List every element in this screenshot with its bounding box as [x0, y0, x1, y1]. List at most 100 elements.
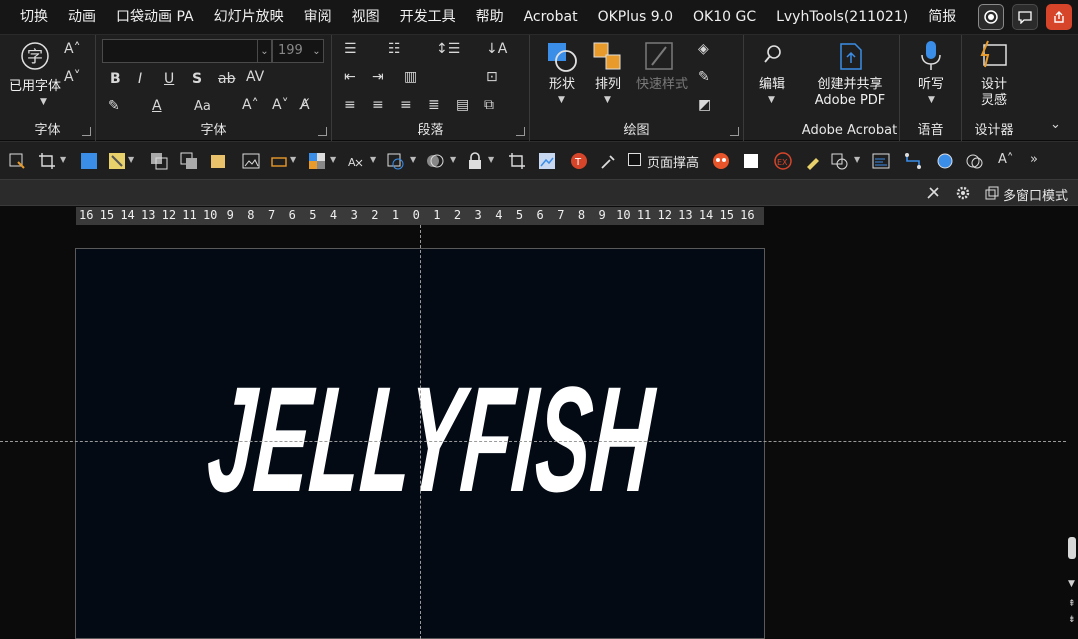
strikethrough-icon[interactable]: ab — [218, 71, 235, 87]
menu-item-transitions[interactable]: 切换 — [0, 0, 58, 34]
scrollbar-thumb[interactable] — [1068, 537, 1076, 559]
merge-shapes-icon[interactable] — [426, 152, 444, 170]
align-left-icon[interactable]: ≡ — [344, 97, 356, 113]
shape-icon[interactable] — [210, 152, 228, 170]
tools-icon[interactable] — [925, 185, 941, 201]
chart-icon[interactable] — [872, 152, 890, 170]
font-name-input[interactable] — [102, 39, 258, 63]
brush-icon[interactable] — [804, 152, 822, 170]
char-spacing-icon[interactable]: AV — [246, 69, 264, 85]
adobe-pdf-label[interactable]: Adobe PDF — [800, 93, 900, 109]
clear-format-icon[interactable]: A̸ — [300, 97, 310, 113]
share-button[interactable] — [1046, 4, 1072, 30]
editing-button[interactable]: 编辑 — [752, 77, 792, 93]
menu-item-acrobat[interactable]: Acrobat — [514, 0, 588, 34]
text-effects-icon[interactable]: A — [346, 152, 364, 170]
decrease-font-icon[interactable]: A˅ — [272, 97, 289, 113]
highlight-icon[interactable]: ✎ — [108, 98, 120, 114]
crop-tool-icon[interactable] — [508, 152, 526, 170]
create-share-label[interactable]: 创建并共享 — [800, 77, 900, 93]
menu-item-briefing[interactable]: 简报 — [918, 0, 966, 34]
theme-colors-icon[interactable] — [308, 152, 326, 170]
fill-color-icon[interactable] — [80, 152, 98, 170]
shadow-icon[interactable]: S — [192, 71, 202, 87]
horizontal-guide[interactable] — [0, 441, 1066, 442]
menu-item-lvyhtools[interactable]: LvyhTools(211021) — [766, 0, 918, 34]
menu-item-slideshow[interactable]: 幻灯片放映 — [204, 0, 294, 34]
horizontal-ruler[interactable]: 16 15 14 13 12 11 10 9 8 7 6 5 4 3 2 1 0 1 2 3 4 5 6 7 8 9 10 11 12 1… — [76, 207, 764, 225]
crop-icon[interactable] — [38, 152, 56, 170]
font-color-icon[interactable]: A — [152, 98, 162, 114]
picture-icon[interactable] — [538, 152, 556, 170]
white-fill-icon[interactable] — [742, 152, 760, 170]
quick-styles-button[interactable]: 快速样式 — [632, 77, 692, 93]
ex-icon[interactable]: EX — [774, 152, 792, 170]
design-ideas-label-1[interactable]: 设计 — [962, 77, 1026, 93]
menu-item-review[interactable]: 审阅 — [294, 0, 342, 34]
multi-window-icon[interactable] — [985, 186, 999, 200]
prev-slide-icon[interactable]: ⇞ — [1068, 599, 1076, 609]
send-backward-icon[interactable] — [180, 152, 198, 170]
columns-icon[interactable]: ▥ — [404, 69, 417, 85]
vertical-scrollbar[interactable]: ▼ ⇞ ⇟ — [1066, 207, 1078, 639]
alien-icon[interactable] — [712, 152, 730, 170]
picture-format-icon[interactable] — [108, 152, 126, 170]
circles-icon[interactable] — [966, 152, 984, 170]
dialog-launcher-icon[interactable] — [82, 127, 91, 136]
increase-indent-icon[interactable]: ⇥ — [372, 69, 384, 85]
shape-outline-icon[interactable] — [386, 152, 404, 170]
font-increase-icon[interactable]: A˄ — [998, 152, 1013, 168]
design-ideas-label-2[interactable]: 灵感 — [962, 93, 1026, 109]
comments-button[interactable] — [1012, 4, 1038, 30]
decrease-indent-icon[interactable]: ⇤ — [344, 69, 356, 85]
vertical-guide[interactable] — [420, 225, 421, 639]
gear-icon[interactable] — [955, 185, 971, 201]
lock-icon[interactable] — [466, 152, 484, 170]
dialog-launcher-icon[interactable] — [318, 127, 327, 136]
circle-fill-icon[interactable] — [936, 152, 954, 170]
slide-title-text[interactable]: JELLYFISH — [202, 349, 659, 529]
more-tools-icon[interactable]: » — [1030, 152, 1038, 168]
next-slide-icon[interactable]: ⇟ — [1068, 615, 1076, 625]
menu-item-animations[interactable]: 动画 — [58, 0, 106, 34]
shape-style-icon[interactable] — [830, 152, 848, 170]
align-center-icon[interactable]: ≡ — [372, 97, 384, 113]
shape-effects-icon[interactable]: ◩ — [698, 97, 711, 113]
justify-icon[interactable]: ≣ — [428, 97, 440, 113]
picture-insert-icon[interactable] — [8, 152, 26, 170]
shape-outline-icon[interactable]: ✎ — [698, 69, 710, 85]
increase-font-icon[interactable]: A˄ — [242, 97, 259, 113]
shrink-font-icon[interactable]: A˅ — [64, 69, 81, 85]
distributed-icon[interactable]: ▤ — [456, 97, 469, 113]
bullets-icon[interactable]: ☰ — [344, 41, 357, 57]
underline-icon[interactable]: U — [164, 71, 174, 87]
image-icon[interactable] — [242, 152, 260, 170]
menu-item-okplus[interactable]: OKPlus 9.0 — [588, 0, 683, 34]
menu-item-view[interactable]: 视图 — [342, 0, 390, 34]
menu-item-pocket-animation[interactable]: 口袋动画 PA — [106, 0, 204, 34]
remove-background-icon[interactable]: T — [570, 152, 588, 170]
collapse-ribbon-icon[interactable]: ⌄ — [1050, 117, 1061, 133]
arrange-button[interactable]: 排列 — [588, 77, 628, 93]
smartart-icon[interactable]: ⧉ — [484, 97, 494, 113]
italic-icon[interactable]: I — [138, 71, 142, 87]
menu-item-help[interactable]: 帮助 — [466, 0, 514, 34]
change-case-icon[interactable]: Aa — [194, 99, 211, 115]
menu-item-developer[interactable]: 开发工具 — [390, 0, 466, 34]
multi-window-label[interactable]: 多窗口模式 — [1003, 185, 1068, 204]
font-size-dropdown[interactable]: ⌄ — [310, 39, 324, 63]
textbox-icon[interactable] — [270, 152, 288, 170]
shape-fill-icon[interactable]: ◈ — [698, 41, 709, 57]
fit-page-checkbox[interactable] — [628, 153, 641, 166]
dialog-launcher-icon[interactable] — [516, 127, 525, 136]
align-right-icon[interactable]: ≡ — [400, 97, 412, 113]
menu-item-ok10[interactable]: OK10 GC — [683, 0, 766, 34]
font-used-button[interactable]: 已用字体 — [8, 79, 62, 95]
numbering-icon[interactable]: ☷ — [388, 41, 401, 57]
bold-icon[interactable]: B — [110, 71, 121, 87]
scroll-down-icon[interactable]: ▼ — [1068, 579, 1075, 589]
align-text-icon[interactable]: ⊡ — [486, 69, 498, 85]
sort-icon[interactable]: ↓A — [486, 41, 507, 57]
dictate-button[interactable]: 听写 — [900, 77, 962, 93]
font-size-input[interactable]: 199 — [272, 39, 312, 63]
